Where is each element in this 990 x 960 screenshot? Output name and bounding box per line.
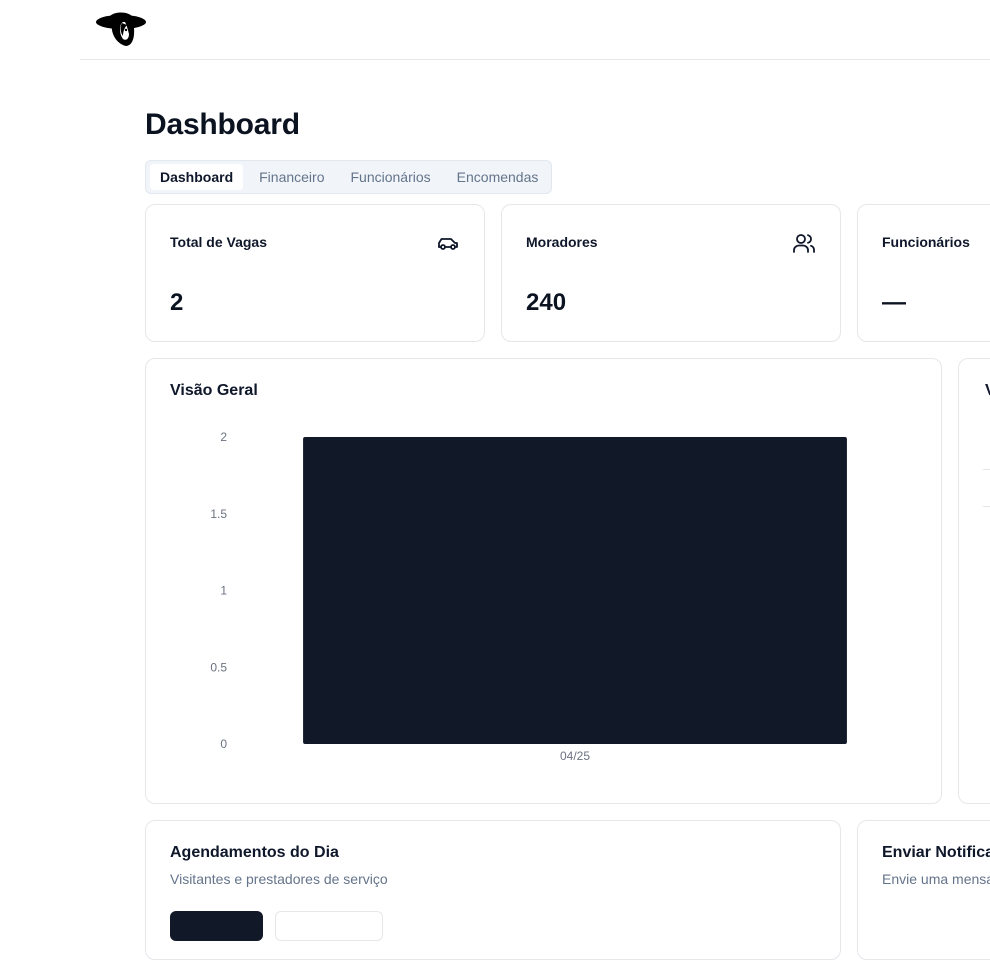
stat-value: 2: [170, 289, 184, 316]
overview-card: Visão Geral 0 0.5 1 1.5 2 04/25: [145, 358, 942, 804]
notifications-card: Enviar Notificac Envie uma mensa: [857, 820, 990, 960]
divider: [983, 506, 990, 507]
car-icon: [438, 238, 458, 250]
y-tick-label: 0: [220, 737, 227, 751]
y-tick-label: 1: [220, 584, 227, 598]
primary-button[interactable]: [170, 911, 263, 941]
stat-card-moradores: Moradores 240: [501, 204, 841, 342]
stat-card-funcionarios: Funcionários —: [857, 204, 990, 342]
stat-title: Funcionários: [882, 234, 970, 250]
tab-encomendas[interactable]: Encomendas: [447, 164, 549, 190]
side-card: V: [958, 358, 990, 804]
tab-financeiro[interactable]: Financeiro: [249, 164, 334, 190]
top-bar: [80, 0, 990, 60]
stat-title: Moradores: [526, 234, 598, 250]
side-card-title: V: [985, 382, 990, 400]
secondary-button[interactable]: [275, 911, 383, 941]
notifications-title: Enviar Notificac: [882, 844, 990, 861]
stat-card-vagas: Total de Vagas 2: [145, 204, 485, 342]
appointments-title: Agendamentos do Dia: [170, 844, 339, 861]
tab-dashboard[interactable]: Dashboard: [150, 164, 244, 190]
y-tick-label: 1.5: [210, 507, 227, 521]
appointments-card: Agendamentos do Dia Visitantes e prestad…: [145, 820, 841, 960]
divider: [983, 469, 990, 470]
stat-value: 240: [526, 289, 567, 316]
users-icon: [793, 234, 815, 253]
appointments-subtitle: Visitantes e prestadores de serviço: [170, 871, 388, 887]
page-title: Dashboard: [145, 108, 300, 141]
bar[interactable]: [303, 437, 847, 744]
notifications-subtitle: Envie uma mensa: [882, 871, 990, 887]
tab-list: Dashboard Financeiro Funcionários Encome…: [145, 160, 552, 194]
hat-woman-logo-icon[interactable]: [95, 8, 147, 48]
y-tick-label: 0.5: [210, 660, 227, 674]
stat-value: —: [882, 289, 906, 316]
tab-funcionarios[interactable]: Funcionários: [341, 164, 441, 190]
y-tick-label: 2: [220, 430, 227, 444]
overview-bar-chart: 0 0.5 1 1.5 2 04/25: [210, 430, 847, 763]
x-tick-label: 04/25: [560, 749, 590, 763]
stat-title: Total de Vagas: [170, 234, 267, 250]
